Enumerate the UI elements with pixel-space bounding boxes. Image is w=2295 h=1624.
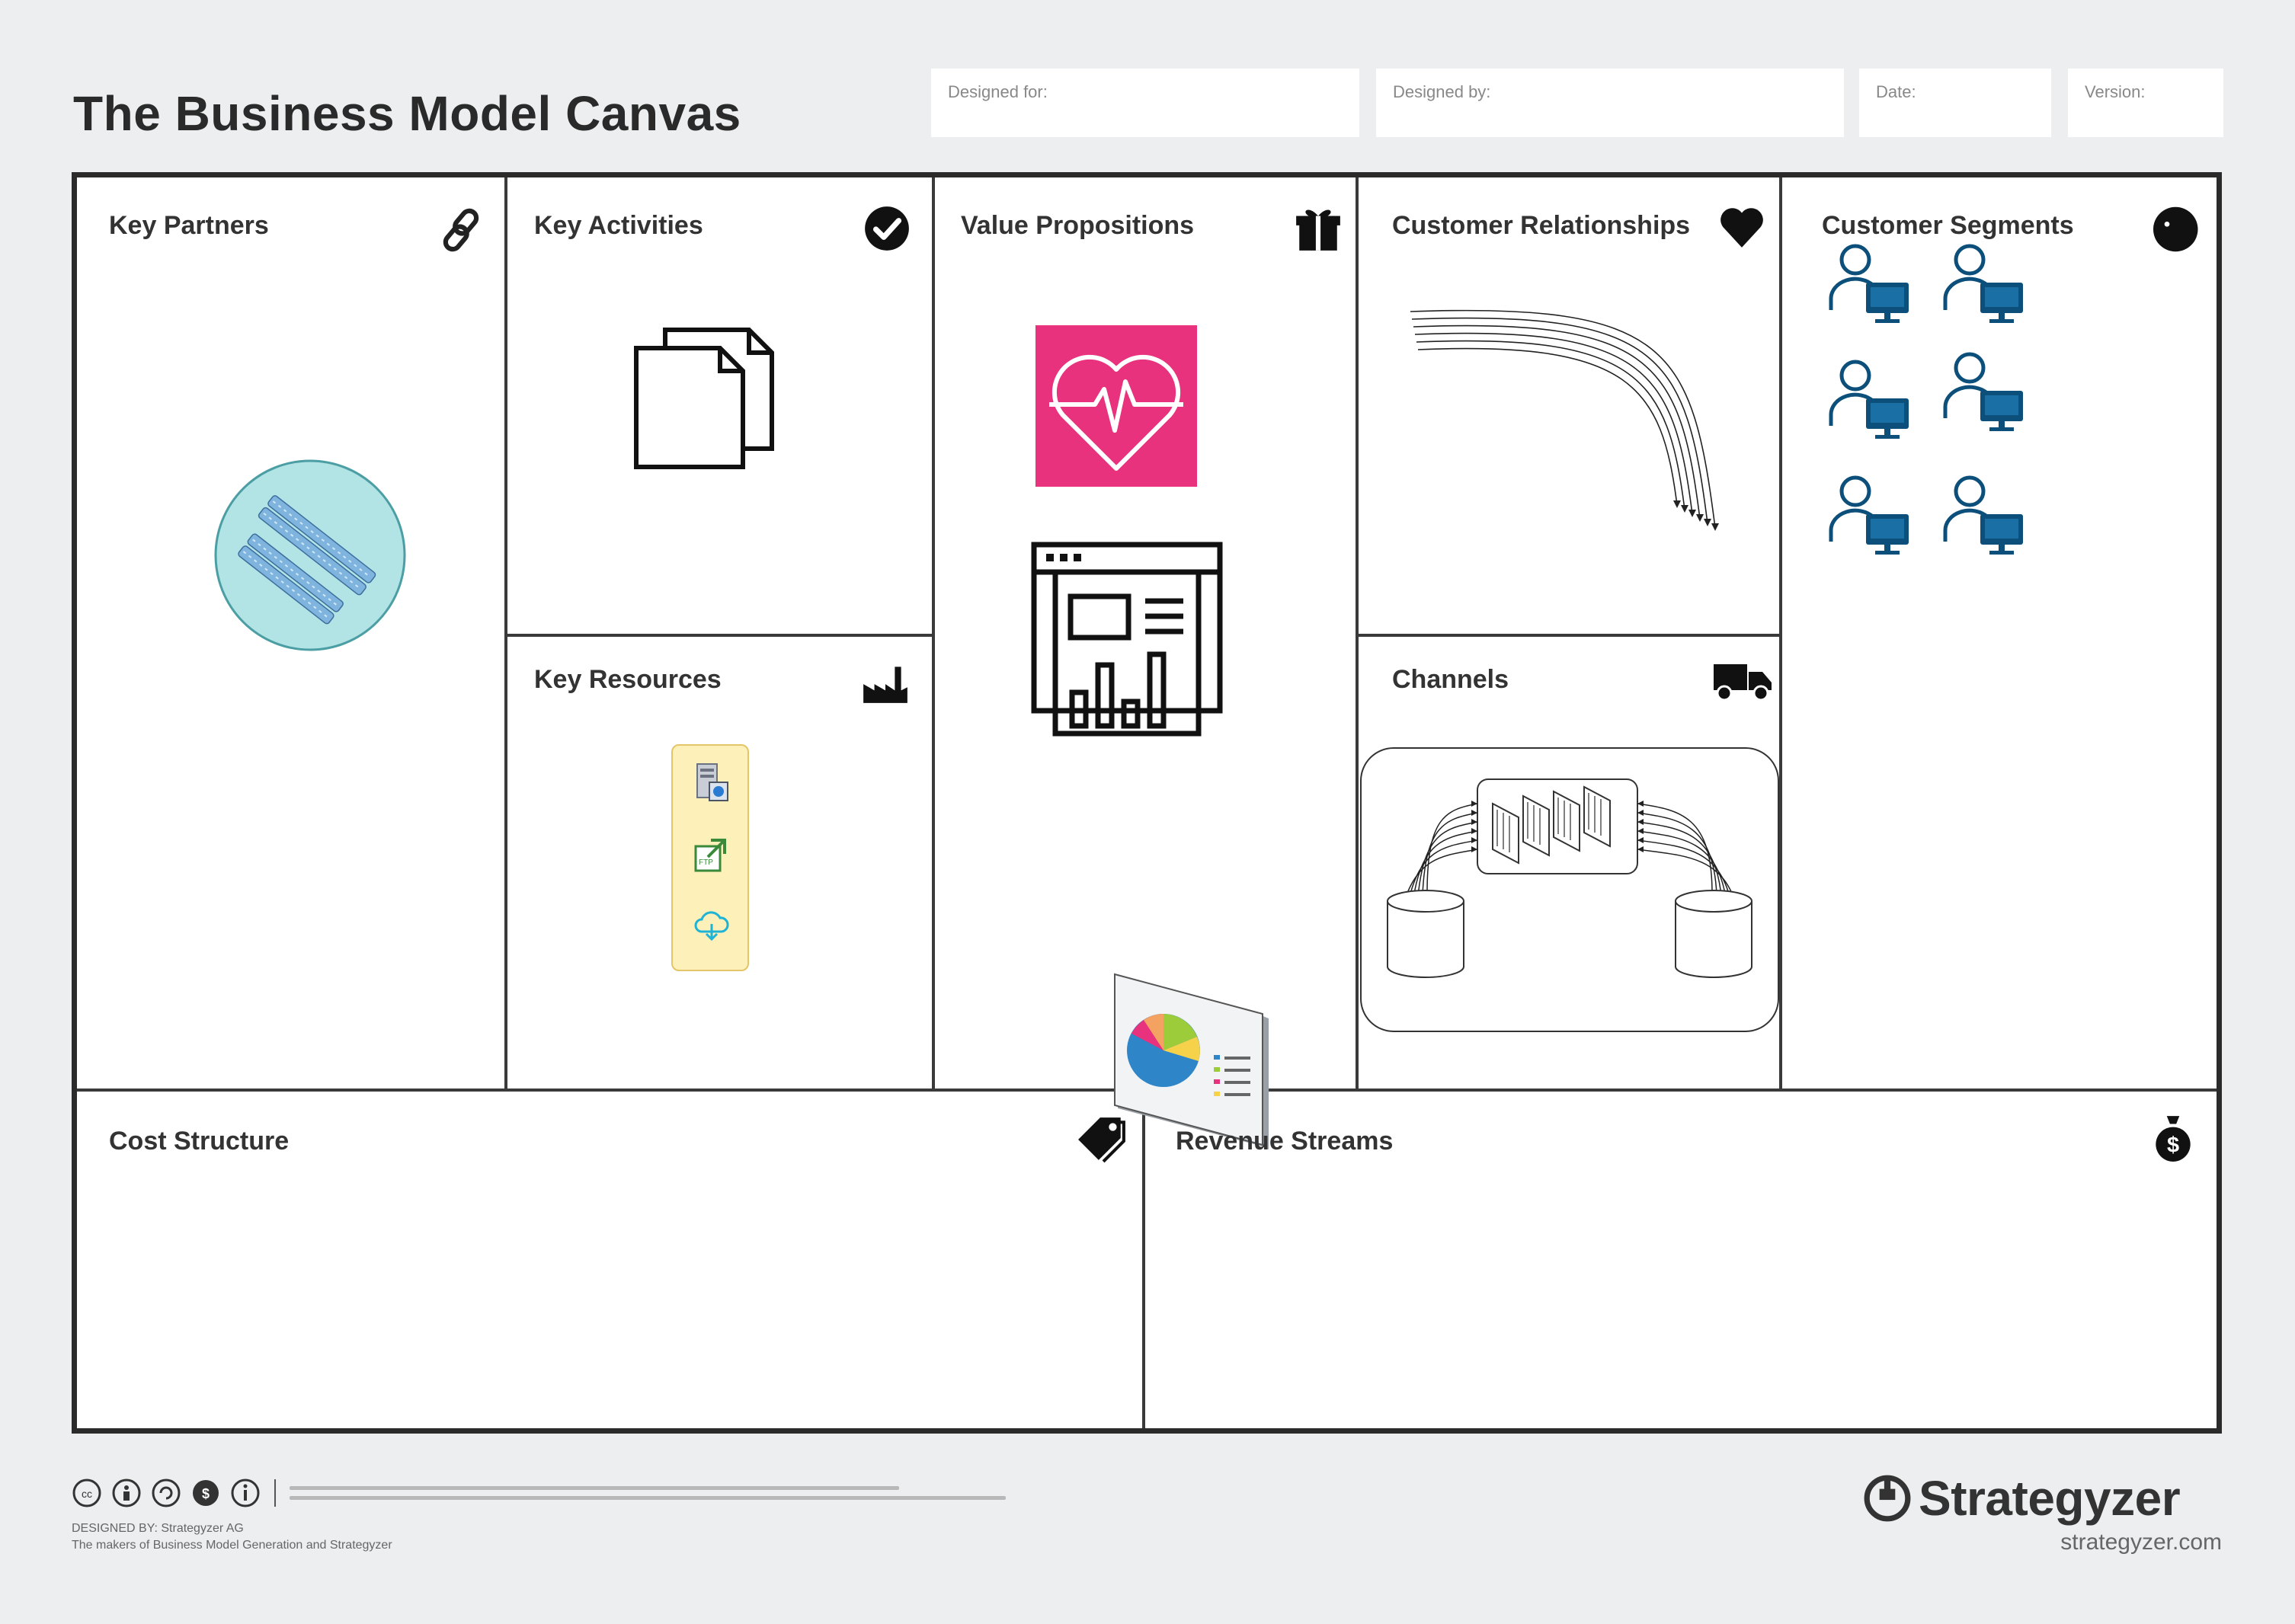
divider <box>504 177 507 1089</box>
divider <box>1356 634 1782 637</box>
license-icons: cc $ <box>72 1478 1006 1508</box>
version-label: Version: <box>2085 82 2146 101</box>
partner-servers-icon <box>214 459 406 651</box>
cost-structure-title: Cost Structure <box>109 1127 290 1156</box>
money-bag-icon: $ <box>2156 1116 2191 1162</box>
sa-icon <box>152 1479 181 1507</box>
strategyzer-logo-icon <box>1864 1475 1911 1522</box>
divider <box>1779 177 1782 1089</box>
key-activities-title: Key Activities <box>534 211 703 240</box>
ftp-icon: FTP <box>694 839 726 872</box>
version-field[interactable]: Version: <box>2068 69 2223 137</box>
designed-for-field[interactable]: Designed for: <box>931 69 1359 137</box>
divider <box>504 634 935 637</box>
revenue-streams-title: Revenue Streams <box>1176 1127 1394 1156</box>
factory-icon <box>863 667 907 703</box>
face-icon <box>2153 206 2198 252</box>
cloud-download-icon <box>694 911 729 941</box>
svg-text:$: $ <box>2167 1133 2179 1158</box>
price-tag-icon <box>1078 1117 1125 1163</box>
cc-icon: cc <box>72 1479 101 1507</box>
heart-pulse-icon <box>1049 354 1183 471</box>
info-icon <box>231 1479 260 1507</box>
user-computer-icon <box>1943 244 2023 323</box>
channels-diagram-group <box>1360 747 1779 1032</box>
user-computer-icon <box>1943 352 2023 431</box>
truck-icon <box>1714 664 1772 702</box>
license-line <box>290 1486 899 1490</box>
pie-chart-display-icon <box>1114 973 1269 1149</box>
designed-by-field[interactable]: Designed by: <box>1376 69 1844 137</box>
business-model-canvas: Key Partners Key Activities Key Resource… <box>72 172 2222 1434</box>
user-computer-icon <box>1829 244 1909 323</box>
data-pipeline-diagram <box>1387 778 1752 978</box>
svg-text:$: $ <box>202 1486 210 1501</box>
license-line <box>290 1496 1006 1500</box>
more-info-credit: The makers of Business Model Generation … <box>72 1539 392 1552</box>
user-computer-icon <box>1829 360 1909 439</box>
user-computer-icon <box>1943 475 2023 555</box>
value-propositions-title: Value Propositions <box>961 211 1195 240</box>
nc-icon: $ <box>193 1480 219 1506</box>
divider <box>1356 177 1359 1089</box>
footer-credits: DESIGNED BY: Strategyzer AG The makers o… <box>72 1520 392 1554</box>
documents-icon <box>634 328 774 469</box>
key-partners-title: Key Partners <box>109 211 269 240</box>
customer-relationships-title: Customer Relationships <box>1392 211 1691 240</box>
customer-segments-title: Customer Segments <box>1822 211 2074 240</box>
channels-title: Channels <box>1392 665 1509 694</box>
license-text-lines <box>290 1486 1006 1500</box>
designed-by-credit: DESIGNED BY: Strategyzer AG <box>72 1522 244 1535</box>
brand-name: Strategyzer <box>1919 1471 2181 1526</box>
date-field[interactable]: Date: <box>1859 69 2051 137</box>
curved-arrows-connector <box>1410 309 1719 531</box>
date-label: Date: <box>1876 82 1916 101</box>
resources-group: FTP <box>671 744 749 971</box>
heart-icon <box>1720 208 1763 248</box>
server-database-icon <box>696 763 728 801</box>
page-title: The Business Model Canvas <box>73 86 741 141</box>
divider <box>274 1479 276 1507</box>
divider <box>932 177 935 1089</box>
svg-text:FTP: FTP <box>699 858 713 867</box>
dashboard-report-icon <box>1031 542 1223 737</box>
health-tile <box>1035 325 1197 487</box>
check-circle-icon <box>865 206 909 251</box>
key-resources-title: Key Resources <box>534 665 722 694</box>
svg-text:cc: cc <box>82 1488 92 1500</box>
gift-icon <box>1296 209 1340 251</box>
designed-for-label: Designed for: <box>948 82 1048 101</box>
by-icon <box>112 1479 141 1507</box>
strategyzer-logo[interactable]: Strategyzer <box>1862 1470 2181 1526</box>
link-icon <box>443 208 479 252</box>
brand-url[interactable]: strategyzer.com <box>2060 1530 2222 1555</box>
designed-by-label: Designed by: <box>1393 82 1491 101</box>
user-computer-icon <box>1829 475 1909 555</box>
